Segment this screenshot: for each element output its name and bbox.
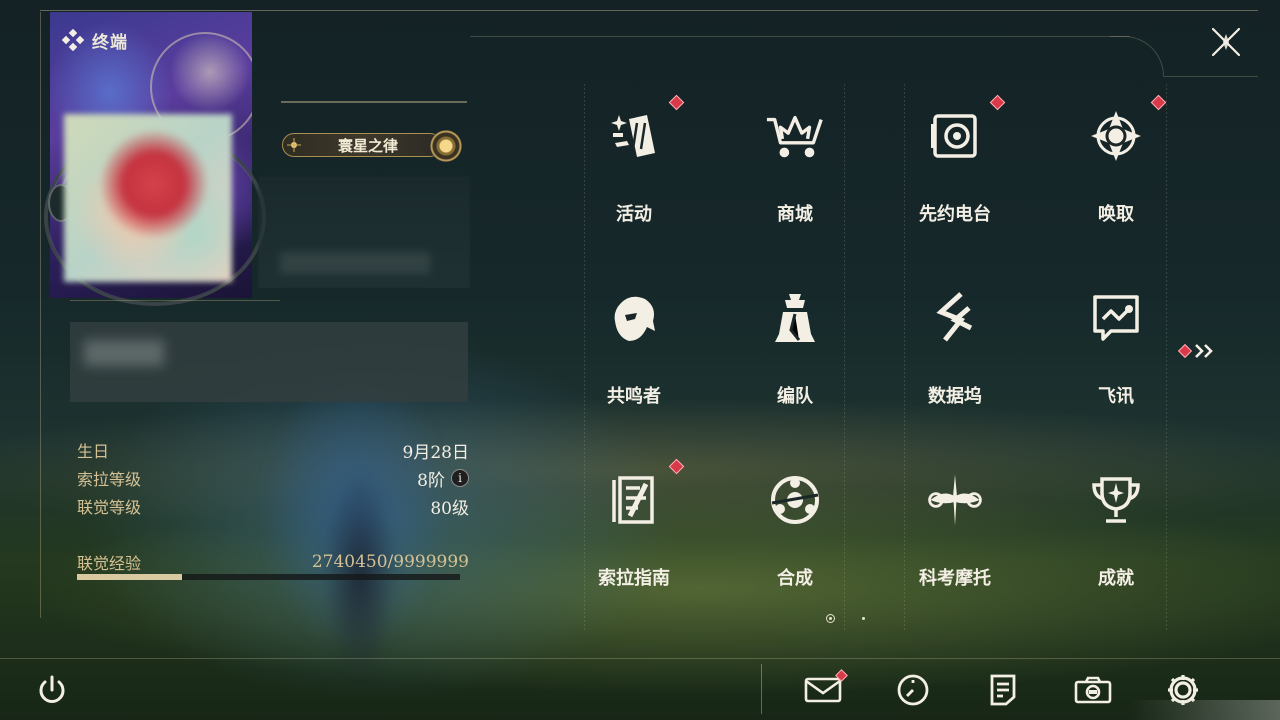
bottom-separator [761, 664, 762, 714]
data-bank-icon [925, 288, 985, 348]
activity-icon [604, 106, 664, 166]
convene-icon [1086, 106, 1146, 166]
stat-sol-level: 索拉等级 8阶 i [77, 464, 469, 492]
stat-value: 80级 [430, 498, 469, 519]
guidebook-icon [604, 470, 664, 530]
close-icon [1211, 27, 1241, 57]
frame-border-top [40, 10, 1258, 11]
menu-item-achievements[interactable]: 成就 [1036, 448, 1196, 628]
menu-item-convene[interactable]: 唤取 [1036, 84, 1196, 264]
notes-button[interactable] [983, 670, 1023, 710]
menu-item-label: 飞讯 [1098, 386, 1134, 407]
next-page-button[interactable] [1177, 340, 1220, 362]
player-id-redacted [280, 252, 430, 274]
menu-item-label: 索拉指南 [598, 568, 670, 589]
menu-item-label: 成就 [1098, 568, 1134, 589]
exp-progress-bar [77, 574, 460, 580]
profile-divider [70, 300, 280, 301]
menu-item-activity[interactable]: 活动 [554, 84, 714, 264]
notification-dot [668, 94, 685, 111]
menu-item-shop[interactable]: 商城 [715, 84, 875, 264]
bottom-divider [0, 658, 1280, 659]
union-exp: 联觉经验 2740450/9999999 [77, 550, 469, 574]
stat-value-wrap: 8阶 i [417, 466, 469, 491]
stat-union-level: 联觉等级 80级 [77, 492, 469, 520]
menu-item-label: 数据坞 [928, 386, 982, 407]
rank-divider [281, 101, 467, 103]
corner-overlay [1130, 700, 1280, 720]
shop-icon [765, 106, 825, 166]
menu-item-label: 唤取 [1098, 204, 1134, 225]
double-chevron-right-icon [1195, 344, 1213, 358]
history-button[interactable] [893, 670, 933, 710]
notification-dot [989, 94, 1006, 111]
terminal-header: 终端 [62, 28, 128, 53]
page-indicator [826, 612, 870, 624]
menu-item-synthesis[interactable]: 合成 [715, 448, 875, 628]
menu-item-label: 科考摩托 [919, 568, 991, 589]
trophy-icon [1086, 470, 1146, 530]
menu-item-label: 先约电台 [919, 204, 991, 225]
frame-corner [1110, 36, 1164, 76]
exp-label: 联觉经验 [77, 554, 142, 573]
power-icon [39, 675, 65, 703]
terminal-diamond-icon [62, 29, 84, 51]
notes-icon [990, 674, 1016, 706]
exp-progress-fill [77, 574, 182, 580]
radio-icon [925, 106, 985, 166]
signature-redacted[interactable] [70, 322, 468, 402]
menu-item-label: 活动 [616, 204, 652, 225]
menu-item-data-bank[interactable]: 数据坞 [875, 266, 1035, 446]
menu-item-label: 商城 [777, 204, 813, 225]
mail-icon [804, 677, 842, 703]
menu-item-label: 合成 [777, 568, 813, 589]
terminal-menu-grid: 活动 商城 先约电台 唤取 共鸣者 编队 数据坞 飞讯 索拉指南 合成 科考摩托… [554, 84, 1196, 630]
page-title: 终端 [92, 32, 128, 53]
notification-dot [1150, 94, 1167, 111]
stat-label: 索拉等级 [77, 470, 142, 489]
frame-border-left [40, 12, 41, 618]
message-icon [1086, 288, 1146, 348]
stat-label: 联觉等级 [77, 498, 142, 517]
stat-value: 8阶 [417, 470, 445, 491]
motorcycle-icon [925, 470, 985, 530]
photo-button[interactable] [1073, 670, 1113, 710]
stat-birthday: 生日 9月28日 [77, 436, 469, 464]
notification-dot [1177, 343, 1193, 359]
frame-right-line [1163, 76, 1258, 77]
page-dot-current[interactable] [826, 613, 835, 623]
menu-item-motorcycle[interactable]: 科考摩托 [875, 448, 1035, 628]
info-icon[interactable]: i [451, 469, 469, 487]
power-button[interactable] [32, 670, 72, 710]
exp-value: 2740450/9999999 [311, 552, 469, 572]
player-name-redacted [258, 176, 470, 288]
menu-item-guidebook[interactable]: 索拉指南 [554, 448, 714, 628]
menu-item-label: 共鸣者 [607, 386, 661, 407]
menu-item-resonators[interactable]: 共鸣者 [554, 266, 714, 446]
menu-item-team[interactable]: 编队 [715, 266, 875, 446]
rank-badge[interactable]: 寰星之律 [282, 130, 466, 162]
clock-icon [897, 674, 929, 706]
rank-emblem-icon [430, 130, 462, 162]
stat-value: 9月28日 [402, 442, 469, 463]
avatar[interactable] [64, 114, 232, 282]
rank-title: 寰星之律 [337, 137, 398, 155]
mail-button[interactable] [803, 669, 848, 710]
signature-text-redacted [84, 340, 164, 366]
synthesis-icon [765, 470, 825, 530]
resonator-icon [604, 288, 664, 348]
menu-item-label: 编队 [777, 386, 813, 407]
frame-inner-line [470, 36, 1130, 37]
spark-icon [287, 138, 301, 152]
close-button[interactable] [1206, 22, 1246, 62]
notification-dot [668, 458, 685, 475]
menu-item-pioneer-podcast[interactable]: 先约电台 [875, 84, 1035, 264]
page-dot[interactable] [862, 616, 865, 620]
stat-label: 生日 [77, 442, 110, 461]
team-icon [765, 288, 825, 348]
profile-stats: 生日 9月28日 索拉等级 8阶 i 联觉等级 80级 [77, 436, 469, 520]
camera-icon [1074, 676, 1112, 704]
menu-item-messages[interactable]: 飞讯 [1036, 266, 1196, 446]
